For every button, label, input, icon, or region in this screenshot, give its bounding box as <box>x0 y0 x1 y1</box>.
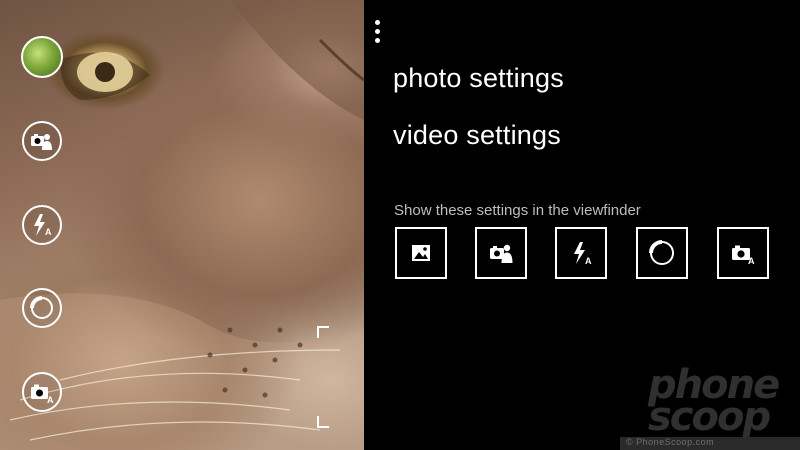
viewfinder-settings-toggles: A A <box>395 227 775 279</box>
viewfinder-button-column: A A <box>0 0 86 450</box>
focus-bracket-top <box>317 326 329 338</box>
camera-toggle-badge: A <box>748 256 755 266</box>
phonescoop-watermark: phone scoop <box>648 362 798 442</box>
toggle-photo-mode[interactable] <box>395 227 447 279</box>
camera-badge: A <box>47 395 54 405</box>
photo-mode-icon <box>412 245 430 261</box>
watermark-line-2: scoop <box>648 394 771 440</box>
camera-viewfinder[interactable]: A A <box>0 0 364 450</box>
photo-credit-text: © PhoneScoop.com <box>626 437 715 447</box>
camera-mode-button[interactable]: A <box>22 372 62 412</box>
focus-assist-icon <box>649 240 674 265</box>
flash-badge: A <box>45 227 52 237</box>
camera-auto-icon: A <box>732 245 755 266</box>
focus-assist-icon <box>30 296 53 319</box>
toggle-flash-auto[interactable]: A <box>555 227 607 279</box>
toggle-focus-assist[interactable] <box>636 227 688 279</box>
flash-toggle-badge: A <box>585 256 592 266</box>
scene-portrait-icon <box>490 244 513 263</box>
toggle-camera-auto[interactable]: A <box>717 227 769 279</box>
more-options-icon[interactable] <box>373 20 383 50</box>
flash-mode-button[interactable]: A <box>22 205 62 245</box>
photo-settings-link[interactable]: photo settings <box>393 63 564 94</box>
scene-portrait-button[interactable] <box>22 121 62 161</box>
focus-assist-button[interactable] <box>22 288 62 328</box>
video-settings-link[interactable]: video settings <box>393 120 561 151</box>
flash-auto-icon: A <box>34 214 52 237</box>
viewfinder-settings-label: Show these settings in the viewfinder <box>394 202 641 219</box>
toggle-scene-portrait[interactable] <box>475 227 527 279</box>
flash-auto-icon: A <box>574 242 592 266</box>
scene-portrait-icon <box>31 134 52 150</box>
last-photo-thumbnail[interactable] <box>21 36 63 78</box>
photo-credit: © PhoneScoop.com <box>620 437 800 450</box>
camera-auto-icon: A <box>31 384 54 405</box>
focus-bracket-bottom <box>317 416 329 428</box>
